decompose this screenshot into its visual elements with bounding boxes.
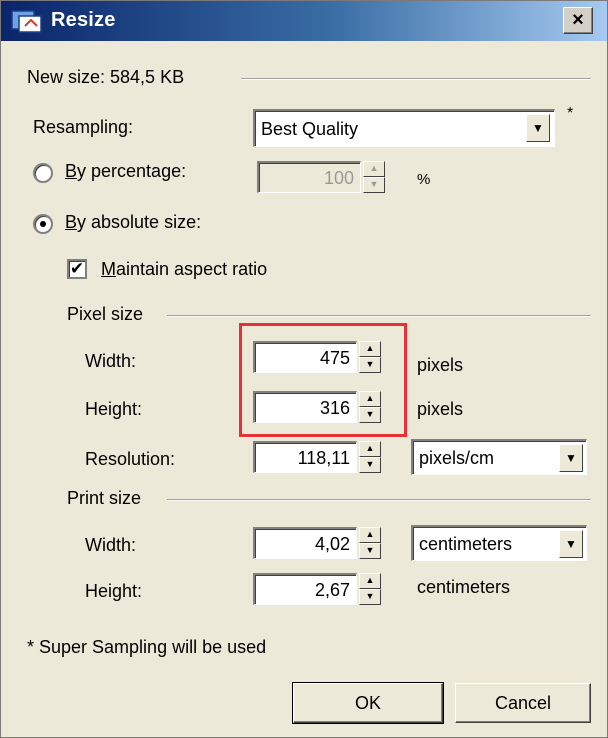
resolution-spinner[interactable]: ▲ ▼ — [359, 441, 381, 473]
print-width-unit-select[interactable]: centimeters ▼ — [411, 525, 587, 561]
pixel-height-spinner[interactable]: ▲ ▼ — [359, 391, 381, 423]
spin-down-icon[interactable]: ▼ — [363, 177, 385, 193]
pixel-size-separator — [167, 315, 591, 317]
super-sampling-footnote: * Super Sampling will be used — [27, 637, 267, 657]
print-height-label: Height: — [85, 581, 143, 601]
pixel-width-value: 475 — [319, 348, 350, 368]
dialog-title: Resize — [51, 9, 116, 31]
by-percentage-radio[interactable] — [33, 163, 53, 183]
resampling-dropdown-button[interactable]: ▼ — [526, 114, 550, 142]
print-width-input[interactable]: 4,02 — [253, 527, 357, 559]
pixel-width-label: Width: — [85, 351, 137, 371]
resolution-value: 118,11 — [297, 448, 350, 468]
resampling-value: Best Quality — [261, 119, 359, 139]
pixel-height-input[interactable]: 316 — [253, 391, 357, 423]
resampling-asterisk: * — [567, 105, 574, 122]
spin-down-icon[interactable]: ▼ — [359, 357, 381, 373]
chevron-down-icon: ▼ — [565, 537, 577, 551]
pixel-height-label: Height: — [85, 399, 143, 419]
by-percentage-label[interactable]: By percentage: — [65, 161, 186, 182]
percentage-spinner[interactable]: ▲ ▼ — [363, 161, 385, 193]
resampling-select[interactable]: Best Quality ▼ — [253, 109, 555, 147]
resolution-unit-dropdown-button[interactable]: ▼ — [559, 444, 583, 472]
resize-app-icon — [11, 8, 43, 34]
ok-button-label: OK — [354, 693, 381, 713]
percentage-unit: % — [417, 171, 431, 188]
close-icon: × — [572, 9, 584, 31]
spin-down-icon[interactable]: ▼ — [359, 457, 381, 473]
spin-up-icon[interactable]: ▲ — [359, 573, 381, 589]
print-height-input[interactable]: 2,67 — [253, 573, 357, 605]
spin-up-icon[interactable]: ▲ — [359, 391, 381, 407]
resolution-label: Resolution: — [85, 449, 176, 469]
percentage-input[interactable]: 100 — [257, 161, 361, 193]
maintain-aspect-checkbox[interactable]: ✔ — [67, 259, 87, 279]
cancel-button[interactable]: Cancel — [455, 683, 591, 723]
spin-down-icon[interactable]: ▼ — [359, 543, 381, 559]
ok-button[interactable]: OK — [292, 682, 444, 724]
by-absolute-size-radio[interactable] — [33, 214, 53, 234]
print-height-value: 2,67 — [314, 580, 350, 600]
percentage-value: 100 — [323, 168, 354, 188]
print-width-spinner[interactable]: ▲ ▼ — [359, 527, 381, 559]
print-width-label: Width: — [85, 535, 137, 555]
pixel-width-input[interactable]: 475 — [253, 341, 357, 373]
by-absolute-size-label[interactable]: By absolute size: — [65, 212, 201, 233]
resize-dialog: Resize × New size: 584,5 KB Resampling: … — [0, 0, 608, 738]
new-size-label: New size: 584,5 KB — [27, 67, 185, 87]
print-height-spinner[interactable]: ▲ ▼ — [359, 573, 381, 605]
resampling-label: Resampling: — [33, 117, 134, 137]
print-width-unit-value: centimeters — [419, 534, 513, 554]
pixel-height-value: 316 — [319, 398, 350, 418]
spin-up-icon[interactable]: ▲ — [363, 161, 385, 177]
spin-up-icon[interactable]: ▲ — [359, 527, 381, 543]
print-width-value: 4,02 — [314, 534, 350, 554]
cancel-button-label: Cancel — [494, 693, 552, 713]
print-width-unit-dropdown-button[interactable]: ▼ — [559, 530, 583, 558]
title-bar[interactable]: Resize × — [1, 1, 607, 41]
pixel-height-unit: pixels — [417, 399, 464, 419]
print-size-separator — [167, 499, 591, 501]
radio-selected-dot — [40, 221, 46, 227]
spin-up-icon[interactable]: ▲ — [359, 441, 381, 457]
maintain-aspect-label[interactable]: Maintain aspect ratio — [101, 259, 267, 280]
close-button[interactable]: × — [563, 7, 593, 34]
new-size-separator — [241, 78, 591, 80]
spin-down-icon[interactable]: ▼ — [359, 589, 381, 605]
chevron-down-icon: ▼ — [565, 451, 577, 465]
pixel-width-spinner[interactable]: ▲ ▼ — [359, 341, 381, 373]
resolution-input[interactable]: 118,11 — [253, 441, 357, 473]
chevron-down-icon: ▼ — [532, 121, 544, 135]
spin-down-icon[interactable]: ▼ — [359, 407, 381, 423]
resolution-unit-value: pixels/cm — [419, 448, 495, 468]
pixel-size-heading: Pixel size — [67, 304, 144, 324]
print-height-unit: centimeters — [417, 577, 511, 597]
resolution-unit-select[interactable]: pixels/cm ▼ — [411, 439, 587, 475]
print-size-heading: Print size — [67, 488, 142, 508]
check-icon: ✔ — [69, 259, 85, 278]
spin-up-icon[interactable]: ▲ — [359, 341, 381, 357]
pixel-width-unit: pixels — [417, 355, 464, 375]
